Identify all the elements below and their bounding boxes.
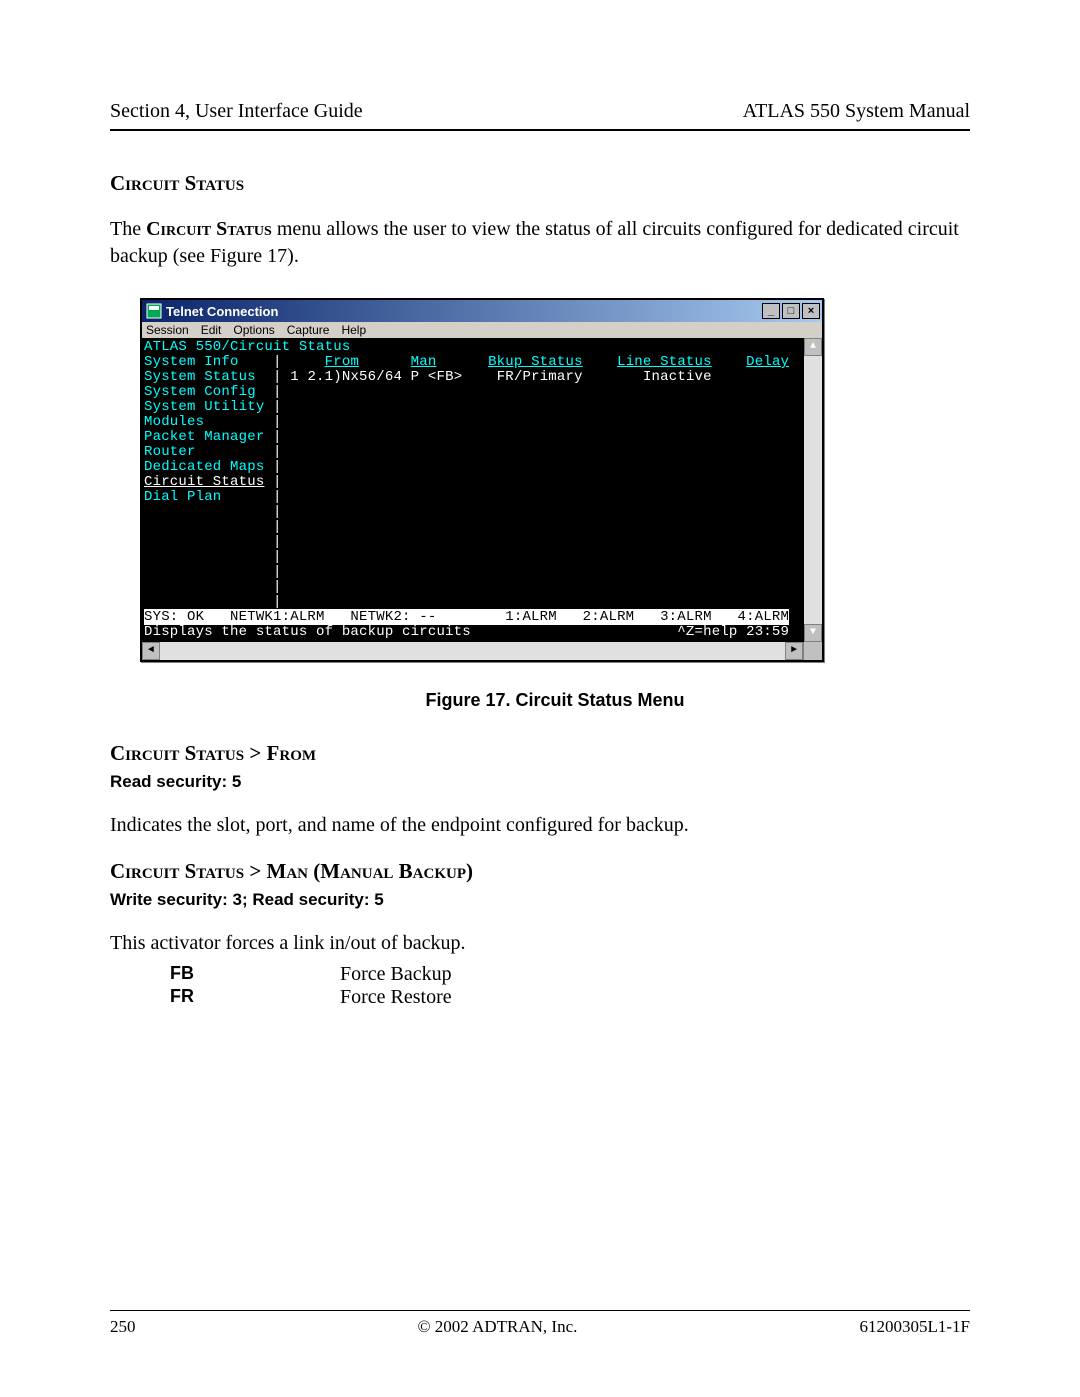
status-line-2-left: Displays the status of backup circuits bbox=[144, 624, 471, 640]
menu-capture[interactable]: Capture bbox=[287, 324, 330, 336]
maximize-button[interactable]: □ bbox=[782, 303, 800, 319]
resize-grip-icon[interactable] bbox=[803, 642, 822, 660]
body-man: This activator forces a link in/out of b… bbox=[110, 930, 970, 957]
scroll-track[interactable] bbox=[804, 356, 822, 624]
figure-caption: Figure 17. Circuit Status Menu bbox=[140, 690, 970, 711]
heading-from: Circuit Status > From bbox=[110, 741, 970, 766]
intro-pre: The bbox=[110, 218, 146, 240]
window-titlebar[interactable]: Telnet Connection _ □ × bbox=[142, 300, 822, 322]
scroll-down-icon[interactable]: ▼ bbox=[804, 624, 822, 642]
side-system-info[interactable]: System Info bbox=[144, 354, 239, 370]
side-system-config[interactable]: System Config bbox=[144, 384, 256, 400]
def-row-fb: FB Force Backup bbox=[170, 963, 970, 986]
header-right: ATLAS 550 System Manual bbox=[743, 100, 970, 123]
telnet-window: Telnet Connection _ □ × Session Edit Opt… bbox=[140, 298, 824, 662]
heading-circuit-status: Circuit Status bbox=[110, 171, 970, 196]
menu-options[interactable]: Options bbox=[233, 324, 274, 336]
row-line: Inactive bbox=[643, 369, 712, 385]
def-term-fb: FB bbox=[170, 963, 280, 986]
copyright: © 2002 ADTRAN, Inc. bbox=[418, 1317, 578, 1337]
def-term-fr: FR bbox=[170, 986, 280, 1009]
side-modules[interactable]: Modules bbox=[144, 414, 204, 430]
menu-edit[interactable]: Edit bbox=[201, 324, 222, 336]
minimize-button[interactable]: _ bbox=[762, 303, 780, 319]
security-man: Write security: 3; Read security: 5 bbox=[110, 890, 970, 910]
doc-number: 61200305L1-1F bbox=[859, 1317, 970, 1337]
security-from: Read security: 5 bbox=[110, 772, 970, 792]
terminal-area[interactable]: ATLAS 550/Circuit Status System Info | F… bbox=[142, 338, 804, 642]
status-line-1: SYS: OK NETWK1:ALRM NETWK2: -- 1:ALRM 2:… bbox=[144, 609, 789, 625]
body-from: Indicates the slot, port, and name of th… bbox=[110, 812, 970, 839]
col-from: From bbox=[325, 354, 359, 370]
menu-session[interactable]: Session bbox=[146, 324, 189, 336]
def-def-fb: Force Backup bbox=[340, 963, 452, 986]
def-row-fr: FR Force Restore bbox=[170, 986, 970, 1009]
scroll-right-icon[interactable]: ► bbox=[785, 642, 803, 660]
side-router[interactable]: Router bbox=[144, 444, 196, 460]
col-bkup: Bkup Status bbox=[488, 354, 583, 370]
scroll-up-icon[interactable]: ▲ bbox=[804, 338, 822, 356]
heading-man: Circuit Status > Man (Manual Backup) bbox=[110, 859, 970, 884]
side-dial-plan[interactable]: Dial Plan bbox=[144, 489, 221, 505]
col-line: Line Status bbox=[617, 354, 712, 370]
row-from: 2.1)Nx56/64 P bbox=[307, 369, 419, 385]
window-menubar: Session Edit Options Capture Help bbox=[142, 322, 822, 338]
side-packet-manager[interactable]: Packet Manager bbox=[144, 429, 264, 445]
terminal-breadcrumb: ATLAS 550/Circuit Status bbox=[144, 339, 350, 355]
status-line-2-right: ^Z=help 23:59 bbox=[677, 624, 789, 640]
side-dedicated-maps[interactable]: Dedicated Maps bbox=[144, 459, 264, 475]
vertical-scrollbar[interactable]: ▲ ▼ bbox=[804, 338, 822, 642]
window-title: Telnet Connection bbox=[166, 305, 278, 318]
side-circuit-status[interactable]: Circuit Status bbox=[144, 474, 264, 490]
intro-paragraph: The Circuit Status menu allows the user … bbox=[110, 216, 970, 270]
scroll-left-icon[interactable]: ◄ bbox=[142, 642, 160, 660]
horizontal-scrollbar[interactable]: ◄ ► bbox=[142, 642, 822, 660]
row-bkup: FR/Primary bbox=[497, 369, 583, 385]
figure-17: Telnet Connection _ □ × Session Edit Opt… bbox=[140, 298, 970, 711]
page-header: Section 4, User Interface Guide ATLAS 55… bbox=[110, 100, 970, 131]
side-system-status[interactable]: System Status bbox=[144, 369, 256, 385]
row-idx: 1 bbox=[290, 369, 299, 385]
page-footer: 250 © 2002 ADTRAN, Inc. 61200305L1-1F bbox=[110, 1310, 970, 1337]
app-icon bbox=[146, 303, 162, 319]
row-man[interactable]: <FB> bbox=[428, 369, 462, 385]
page-number: 250 bbox=[110, 1317, 136, 1337]
menu-help[interactable]: Help bbox=[341, 324, 366, 336]
col-delay: Delay bbox=[746, 354, 789, 370]
def-def-fr: Force Restore bbox=[340, 986, 452, 1009]
side-system-utility[interactable]: System Utility bbox=[144, 399, 264, 415]
close-button[interactable]: × bbox=[802, 303, 820, 319]
intro-bold: Circuit Status bbox=[146, 218, 272, 240]
col-man: Man bbox=[411, 354, 437, 370]
hscroll-track[interactable] bbox=[160, 642, 785, 660]
header-left: Section 4, User Interface Guide bbox=[110, 100, 363, 123]
